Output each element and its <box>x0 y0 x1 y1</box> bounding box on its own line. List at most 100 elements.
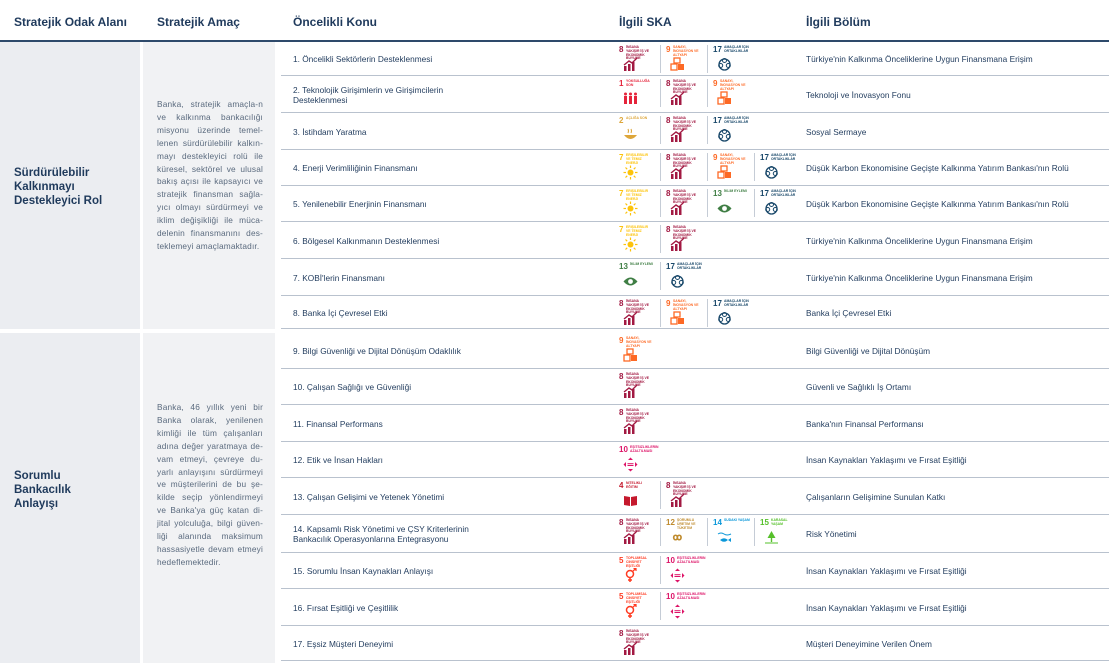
sdg-badge-8: 8 İnsana Yakışır İş ve Ekonomik Büyüme <box>619 629 655 659</box>
strategic-goal-text: Banka, stratejik amaçla-n ve kalkınma ba… <box>157 99 263 251</box>
sdg-number: 17 <box>760 153 769 162</box>
sdg-label: Eşitsizliklerin Azaltılması <box>677 592 706 600</box>
related-department: Düşük Karbon Ekonomisine Geçişte Kalkınm… <box>806 199 1069 209</box>
strategic-goal-cell: Banka, stratejik amaçla-n ve kalkınma ba… <box>143 42 275 329</box>
sdg-number: 8 <box>666 481 671 490</box>
priority-topic: 12. Etik ve İnsan Hakları <box>293 455 383 465</box>
table-row: 5. Yenilenebilir Enerjinin Finansmanı 7 Er… <box>281 186 1109 222</box>
focus-area-cell: Sürdürülebilir Kalkınmayı Destekleyici R… <box>0 42 140 329</box>
table-row: 6. Bölgesel Kalkınmanın Desteklenmesi 7 Er… <box>281 222 1109 259</box>
sdg-badge-8: 8 İnsana Yakışır İş ve Ekonomik Büyüme <box>666 116 702 146</box>
related-sdg-group: 9 Sanayi, İnovasyon ve Altyapı <box>619 336 655 366</box>
sdg-badge-8: 8 İnsana Yakışır İş ve Ekonomik Büyüme <box>619 408 655 438</box>
priority-topic: 17. Eşsiz Müşteri Deneyimi <box>293 638 394 649</box>
sdg-label: Eşitsizliklerin Azaltılması <box>630 445 659 453</box>
sdg-label: Toplumsal Cinsiyet Eşitliği <box>626 556 647 568</box>
sdg-number: 8 <box>619 629 624 638</box>
sdg-separator <box>660 592 661 620</box>
sdg-label: Amaçlar İçin Ortaklıklar <box>771 189 796 197</box>
focus-area-label: Sürdürülebilir Kalkınmayı Destekleyici R… <box>14 167 103 207</box>
sdg-badge-9: 9 Sanayi, İnovasyon ve Altyapı <box>666 299 702 329</box>
priority-topic: 6. Bölgesel Kalkınmanın Desteklenmesi <box>293 235 440 246</box>
related-sdg-group: 7 Erişilebilir ve Temiz Enerji 8 İnsana Yak… <box>619 225 702 255</box>
sdg-number: 17 <box>760 189 769 198</box>
sdg-badge-9: 9 Sanayi, İnovasyon ve Altyapı <box>713 79 749 109</box>
sdg-separator <box>660 556 661 584</box>
sdg-label: Erişilebilir ve Temiz Enerji <box>626 225 649 237</box>
sdg-separator <box>754 518 755 546</box>
sdg-separator <box>707 45 708 73</box>
sdg-separator <box>754 153 755 181</box>
sdg-badge-4: 4 Nitelikli Eğitim <box>619 481 655 511</box>
related-sdg-group: 7 Erişilebilir ve Temiz Enerji 8 İnsana Yak… <box>619 153 796 183</box>
sdg-number: 13 <box>713 189 722 198</box>
priority-topic: 14. Kapsamlı Risk Yönetimi ve ÇSY Kriter… <box>293 524 469 544</box>
table-row: 8. Banka İçi Çevresel Etki 8 İnsana Yakışı… <box>281 296 1109 329</box>
related-department: Müşteri Deneyimine Verilen Önem <box>806 638 932 649</box>
sdg-badge-13: 13 İklim Eylemi <box>713 189 749 219</box>
sdg-number: 8 <box>619 45 624 54</box>
related-department: Bilgi Güvenliği ve Dijital Dönüşüm <box>806 346 931 356</box>
priority-topic: 11. Finansal Performans <box>293 418 383 429</box>
sdg-badge-9: 9 Sanayi, İnovasyon ve Altyapı <box>619 336 655 366</box>
table-row: 11. Finansal Performans 8 İnsana Yakışır İ… <box>281 405 1109 442</box>
sdg-number: 15 <box>760 518 769 527</box>
related-sdg-group: 10 Eşitsizliklerin Azaltılması <box>619 445 659 475</box>
sdg-number: 10 <box>666 592 675 601</box>
sdg-badge-14: 14 Sudaki Yaşam <box>713 518 750 548</box>
sdg-number: 2 <box>619 116 624 125</box>
related-sdg-group: 5 Toplumsal Cinsiyet Eşitliği 10 Eşitsizlik… <box>619 592 706 622</box>
sdg-label: Amaçlar İçin Ortaklıklar <box>771 153 796 161</box>
related-department: Türkiye'nin Kalkınma Önceliklerine Uygun… <box>806 272 1033 283</box>
related-sdg-group: 8 İnsana Yakışır İş ve Ekonomik Büyüme 9 Sa… <box>619 45 749 75</box>
sdg-label: Nitelikli Eğitim <box>626 481 643 489</box>
related-department: İnsan Kaynakları Yaklaşımı ve Fırsat Eşi… <box>806 455 967 465</box>
sdg-badge-7: 7 Erişilebilir ve Temiz Enerji <box>619 189 655 219</box>
sdg-separator <box>707 299 708 327</box>
sdg-number: 9 <box>713 79 718 88</box>
related-sdg-group: 8 İnsana Yakışır İş ve Ekonomik Büyüme 12 S… <box>619 518 796 548</box>
related-department: Sosyal Sermaye <box>806 126 867 137</box>
related-sdg-group: 4 Nitelikli Eğitim 8 İnsana Yakışır İş ve E… <box>619 481 702 511</box>
sdg-badge-17: 17 Amaçlar İçin Ortaklıklar <box>760 189 796 219</box>
sdg-number: 17 <box>666 262 675 271</box>
sdg-separator <box>707 116 708 144</box>
sdg-number: 8 <box>666 79 671 88</box>
sdg-number: 7 <box>619 153 624 162</box>
sdg-number: 8 <box>666 225 671 234</box>
related-department: Banka'nın Finansal Performansı <box>806 418 924 429</box>
sdg-label: Sorumlu Üretim ve Tüketim <box>677 518 696 530</box>
sdg-label: Erişilebilir ve Temiz Enerji <box>626 153 649 165</box>
sdg-badge-10: 10 Eşitsizliklerin Azaltılması <box>666 592 706 622</box>
table-row: 13. Çalışan Gelişimi ve Yetenek Yönetimi… <box>281 478 1109 515</box>
related-sdg-group: 1 Yoksulluğa Son 8 İnsana Yakışır İş ve Eko… <box>619 79 749 109</box>
table-header: Stratejik Odak Alanı Stratejik Amaç Önce… <box>0 0 1109 42</box>
sdg-number: 5 <box>619 556 624 565</box>
table-row: 4. Enerji Verimliliğinin Finansmanı 7 Eriş… <box>281 150 1109 186</box>
sdg-badge-15: 15 Karasal Yaşam <box>760 518 796 548</box>
priority-topic: 7. KOBİ'lerin Finansmanı <box>293 272 385 283</box>
related-department: Güvenli ve Sağlıklı İş Ortamı <box>806 382 912 392</box>
sdg-label: Eşitsizliklerin Azaltılması <box>677 556 706 564</box>
related-department: Türkiye'nin Kalkınma Önceliklerine Uygun… <box>806 54 1033 64</box>
related-sdg-group: 7 Erişilebilir ve Temiz Enerji 8 İnsana Yak… <box>619 189 796 219</box>
sdg-number: 17 <box>713 116 722 125</box>
sdg-label: İklim Eylemi <box>630 262 653 266</box>
sdg-label: Toplumsal Cinsiyet Eşitliği <box>626 592 647 604</box>
priority-topic: 16. Fırsat Eşitliği ve Çeşitlilik <box>293 602 399 613</box>
related-sdg-group: 8 İnsana Yakışır İş ve Ekonomik Büyüme <box>619 372 655 402</box>
priority-topic: 4. Enerji Verimliliğinin Finansmanı <box>293 163 418 173</box>
related-department: Çalışanların Gelişimine Sunulan Katkı <box>806 491 946 502</box>
sdg-separator <box>660 116 661 144</box>
sdg-label: Açlığa Son <box>626 116 648 120</box>
sdg-number: 10 <box>619 445 628 454</box>
sdg-number: 8 <box>619 372 624 381</box>
sdg-number: 13 <box>619 262 628 271</box>
sdg-badge-5: 5 Toplumsal Cinsiyet Eşitliği <box>619 556 655 586</box>
table-row: 9. Bilgi Güvenliği ve Dijital Dönüşüm Od… <box>281 333 1109 369</box>
sdg-badge-9: 9 Sanayi, İnovasyon ve Altyapı <box>666 45 702 75</box>
related-department: Teknoloji ve İnovasyon Fonu <box>806 89 911 100</box>
table-row: 3. İstihdam Yaratma 2 Açlığa Son 8 İnsana Ya… <box>281 113 1109 150</box>
sdg-label: Sanayi, İnovasyon ve Altyapı <box>673 299 699 311</box>
sdg-number: 8 <box>619 518 624 527</box>
